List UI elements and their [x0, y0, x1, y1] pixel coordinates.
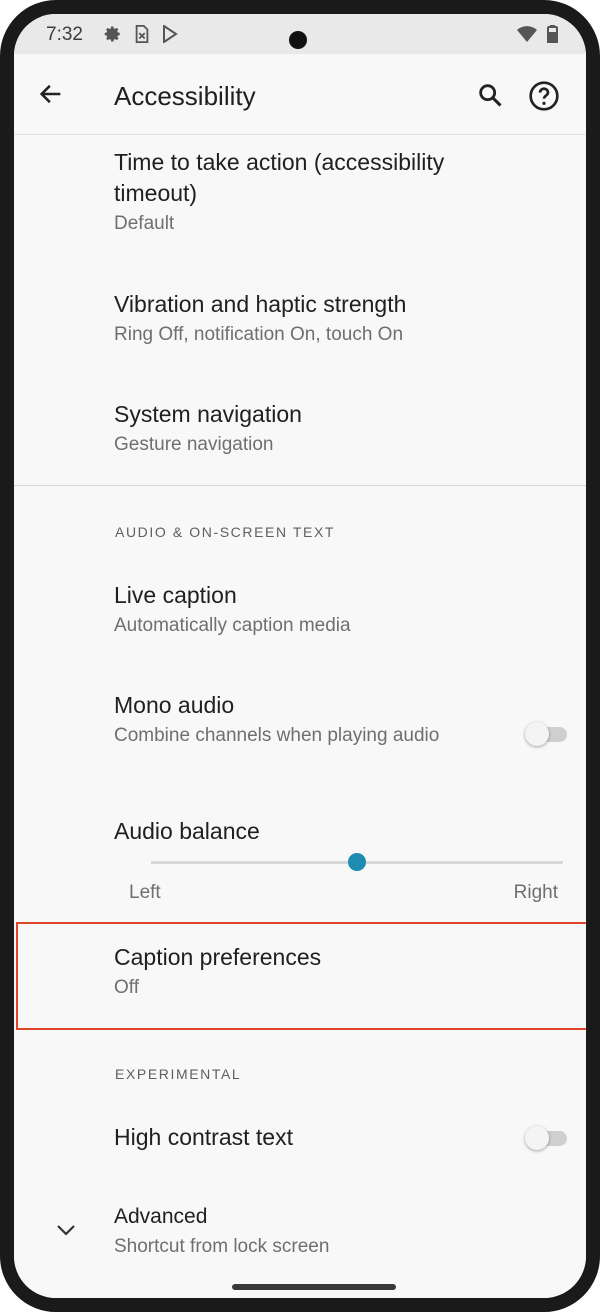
balance-left-label: Left — [129, 882, 161, 903]
section-header-experimental: EXPERIMENTAL — [115, 1066, 242, 1082]
status-notification-icons — [104, 25, 178, 43]
caption-preferences-value: Off — [114, 977, 139, 998]
high-contrast-toggle[interactable] — [525, 1122, 571, 1154]
chevron-down-icon[interactable] — [54, 1221, 78, 1239]
battery-icon — [547, 25, 558, 43]
high-contrast-title: High contrast text — [114, 1124, 293, 1150]
caption-preferences-setting[interactable]: Caption preferences Off — [114, 942, 586, 1001]
timeout-setting[interactable]: Time to take action (accessibility timeo… — [114, 147, 586, 237]
mono-audio-description: Combine channels when playing audio — [114, 725, 440, 746]
vibration-value: Ring Off, notification On, touch On — [114, 324, 404, 345]
mono-audio-title: Mono audio — [114, 692, 235, 718]
audio-balance-setting: Audio balance — [114, 816, 586, 847]
help-icon[interactable] — [528, 80, 560, 112]
phone-frame: 7:32 Accessibility Time to take action (… — [0, 0, 600, 1312]
toggle-thumb — [525, 1126, 549, 1150]
system-navigation-value: Gesture navigation — [114, 434, 274, 455]
sim-card-icon — [135, 25, 149, 43]
mono-audio-setting[interactable]: Mono audio Combine channels when playing… — [114, 690, 466, 749]
system-navigation-title: System navigation — [114, 401, 302, 427]
balance-right-label: Right — [513, 882, 558, 903]
advanced-title: Advanced — [114, 1205, 208, 1228]
live-caption-setting[interactable]: Live caption Automatically caption media — [114, 580, 586, 639]
section-header-audio: AUDIO & ON-SCREEN TEXT — [115, 524, 336, 540]
timeout-title: Time to take action (accessibility timeo… — [114, 149, 445, 206]
caption-preferences-title: Caption preferences — [114, 944, 322, 970]
vibration-setting[interactable]: Vibration and haptic strength Ring Off, … — [114, 289, 586, 348]
page-title: Accessibility — [114, 81, 256, 111]
section-divider — [14, 485, 586, 486]
vibration-title: Vibration and haptic strength — [114, 291, 407, 317]
high-contrast-setting[interactable]: High contrast text — [114, 1122, 466, 1153]
system-navigation-setting[interactable]: System navigation Gesture navigation — [114, 399, 586, 458]
wifi-icon — [517, 26, 537, 42]
status-time: 7:32 — [46, 24, 83, 45]
advanced-setting[interactable]: Advanced Shortcut from lock screen — [114, 1201, 586, 1260]
audio-balance-slider-thumb[interactable] — [348, 853, 366, 871]
app-bar: Accessibility — [14, 54, 586, 135]
search-icon[interactable] — [476, 81, 504, 109]
live-caption-value: Automatically caption media — [114, 615, 351, 636]
live-caption-title: Live caption — [114, 582, 237, 608]
screen: 7:32 Accessibility Time to take action (… — [14, 14, 586, 1298]
mono-audio-toggle[interactable] — [525, 718, 571, 750]
audio-balance-title: Audio balance — [114, 818, 260, 844]
toggle-thumb — [525, 722, 549, 746]
front-camera — [289, 31, 307, 49]
back-arrow-icon[interactable] — [36, 80, 66, 108]
advanced-summary: Shortcut from lock screen — [114, 1236, 330, 1257]
gesture-navigation-handle[interactable] — [232, 1284, 396, 1290]
play-store-icon — [163, 25, 178, 43]
settings-gear-icon — [104, 26, 120, 42]
status-bar: 7:32 — [14, 14, 586, 54]
status-system-icons — [517, 25, 558, 43]
timeout-value: Default — [114, 213, 175, 234]
